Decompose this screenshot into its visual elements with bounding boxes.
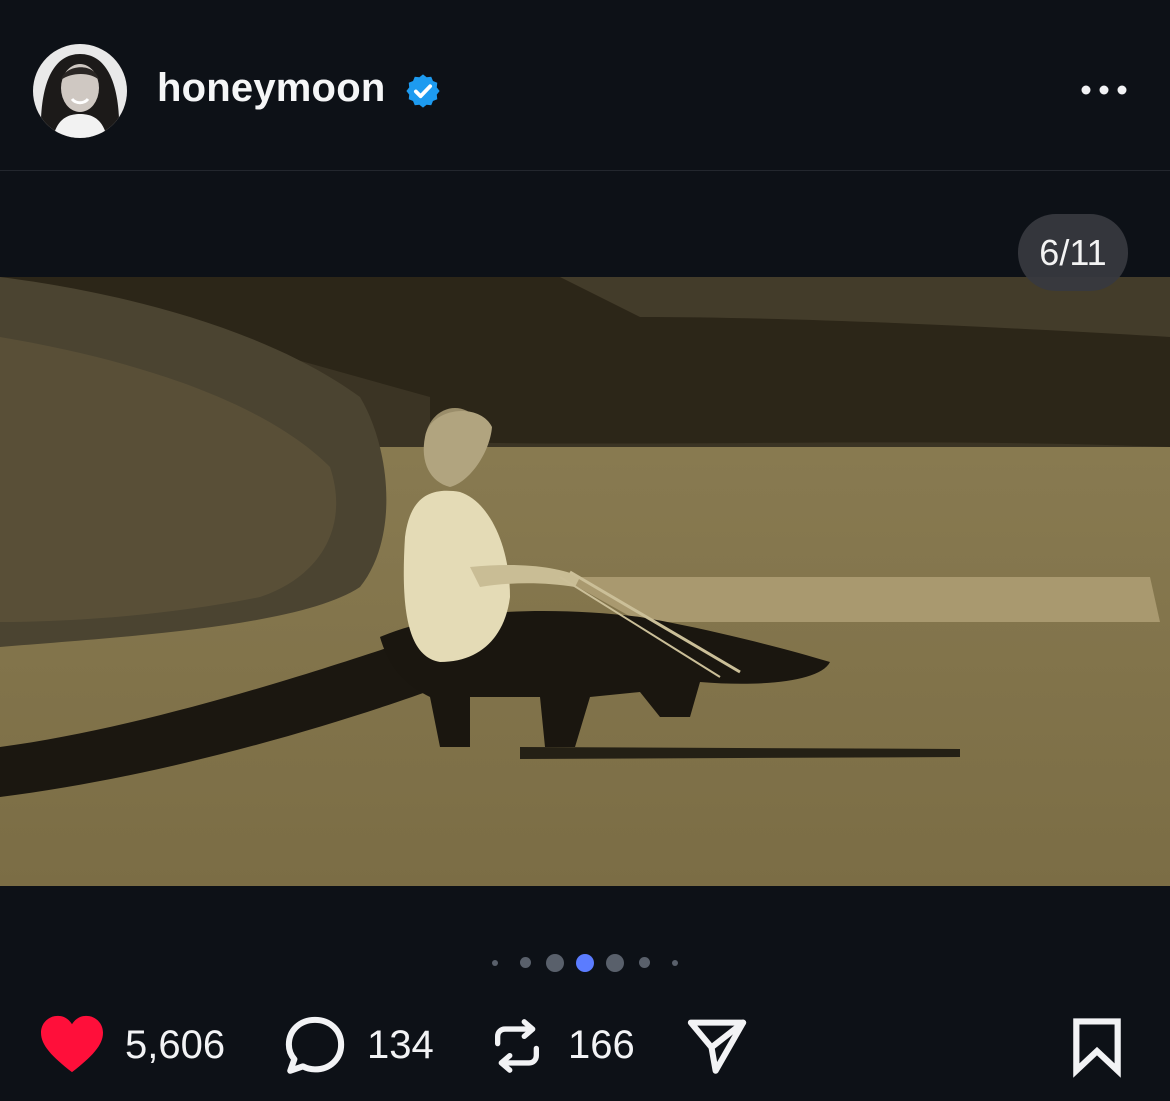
- pagination-dot: [492, 960, 498, 966]
- pagination-dot: [672, 960, 678, 966]
- send-icon[interactable]: [682, 1013, 752, 1079]
- bookmark-icon[interactable]: [1066, 1013, 1128, 1079]
- photo-girl-riding-alligator: [0, 277, 1170, 886]
- heart-filled-icon[interactable]: [37, 1013, 107, 1075]
- media-counter: 6/11: [1018, 214, 1128, 291]
- repost-icon[interactable]: [488, 1015, 546, 1077]
- username[interactable]: honeymoon: [157, 66, 385, 111]
- pagination-dot-active: [576, 954, 594, 972]
- verified-badge-icon: [406, 74, 440, 108]
- comment-count[interactable]: 134: [367, 1023, 434, 1068]
- pagination-dot: [546, 954, 564, 972]
- comment-bubble-icon[interactable]: [282, 1013, 348, 1079]
- action-bar: 5,606 134 166: [0, 1005, 1170, 1085]
- pagination-dot: [520, 957, 531, 968]
- post-header: honeymoon: [0, 0, 1170, 171]
- pagination-dots: [480, 950, 690, 976]
- avatar[interactable]: [33, 44, 127, 138]
- pagination-dot: [606, 954, 624, 972]
- repost-count[interactable]: 166: [568, 1023, 635, 1068]
- pagination-dot: [639, 957, 650, 968]
- more-horizontal-icon[interactable]: [1078, 76, 1130, 104]
- like-count[interactable]: 5,606: [125, 1023, 225, 1068]
- avatar-image: [33, 44, 127, 138]
- post-image[interactable]: [0, 277, 1170, 886]
